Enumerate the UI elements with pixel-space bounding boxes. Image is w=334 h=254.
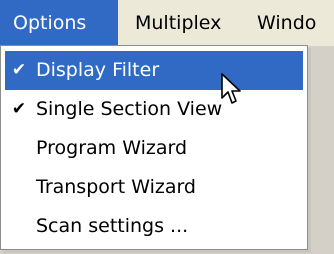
menu-item-display-filter[interactable]: ✔ Display Filter	[5, 51, 303, 90]
menu-item-transport-wizard-label: Transport Wizard	[36, 176, 196, 198]
menu-bar: Options Multiplex Windo	[0, 0, 334, 46]
menu-multiplex-label: Multiplex	[135, 12, 222, 34]
menu-window-label: Windo	[257, 12, 317, 34]
options-dropdown-menu: ✔ Display Filter ✔ Single Section View P…	[0, 45, 308, 250]
checkmark-icon: ✔	[11, 60, 27, 80]
menu-item-display-filter-label: Display Filter	[36, 59, 160, 81]
menu-item-program-wizard-label: Program Wizard	[36, 137, 188, 159]
menu-multiplex[interactable]: Multiplex	[118, 0, 238, 46]
menu-options[interactable]: Options	[0, 0, 118, 46]
menu-item-program-wizard[interactable]: Program Wizard	[5, 129, 303, 168]
mouse-pointer-icon	[221, 73, 241, 104]
menu-item-single-section-view[interactable]: ✔ Single Section View	[5, 90, 303, 129]
menu-item-scan-settings[interactable]: Scan settings ...	[5, 207, 303, 246]
menu-item-scan-settings-label: Scan settings ...	[36, 215, 189, 237]
menu-window[interactable]: Windo	[238, 0, 334, 46]
menu-item-transport-wizard[interactable]: Transport Wizard	[5, 168, 303, 207]
checkmark-icon: ✔	[11, 99, 27, 119]
menu-options-label: Options	[13, 12, 87, 34]
menu-item-single-section-view-label: Single Section View	[36, 98, 223, 120]
